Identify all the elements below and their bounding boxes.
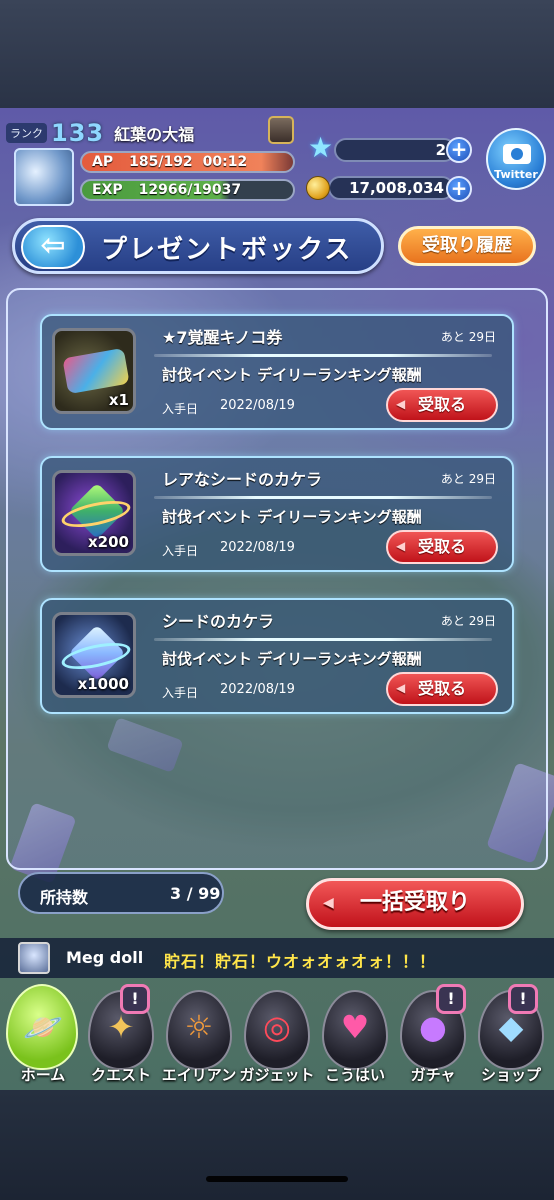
item-date: 2022/08/19	[220, 540, 295, 555]
nav-gadget[interactable]: ◎ ガジェット	[239, 990, 315, 1086]
add-coins-button[interactable]: +	[446, 176, 472, 202]
twitter-share-button[interactable]: Twitter	[486, 128, 546, 190]
add-gems-button[interactable]: +	[446, 137, 472, 163]
notification-badge: !	[508, 984, 538, 1014]
nav-label: こうはい	[324, 1066, 385, 1084]
bottom-nav: 🪐 ホーム ✦ ! クエスト ☼ エイリアン ◎ ガジェット ♥ こうはい ● …	[0, 978, 554, 1090]
nav-label: ホーム	[20, 1066, 66, 1084]
item-quantity: x200	[88, 533, 129, 551]
sword-icon: ✦	[107, 1008, 135, 1046]
nav-label: ガチャ	[410, 1066, 456, 1084]
nav-alien[interactable]: ☼ エイリアン	[162, 990, 236, 1086]
gem-count: 2	[334, 138, 456, 162]
receive-button[interactable]: 受取る	[386, 672, 498, 706]
item-date: 2022/08/19	[220, 682, 295, 697]
ap-value: 185/192	[129, 154, 193, 170]
seed-fragment-icon: x1000	[52, 612, 136, 698]
nav-gacha[interactable]: ● ! ガチャ	[396, 984, 470, 1086]
page-title: プレゼントボックス	[101, 235, 353, 265]
player-avatar[interactable]	[14, 148, 74, 206]
nav-quest[interactable]: ✦ ! クエスト	[84, 984, 158, 1086]
item-date: 2022/08/19	[220, 398, 295, 413]
home-indicator[interactable]	[206, 1176, 348, 1182]
exp-value: 12966/19037	[138, 182, 242, 198]
item-name: シードのカケラ	[162, 612, 275, 631]
rank-row: ランク 133 紅葉の大福	[6, 118, 194, 148]
receive-history-button[interactable]: 受取り履歴	[398, 226, 536, 266]
present-item: x1 ★7覚醒キノコ券 あと 29日 討伐イベント デイリーランキング報酬 入手…	[40, 314, 514, 430]
card-divider	[154, 496, 492, 499]
count-value: 3 / 99	[170, 884, 221, 903]
camera-icon	[503, 144, 531, 164]
nav-label: クエスト	[90, 1066, 151, 1084]
player-name: 紅葉の大福	[114, 125, 195, 144]
item-source: 討伐イベント デイリーランキング報酬	[162, 650, 422, 668]
star-gem-icon: ★	[308, 131, 334, 164]
card-divider	[154, 638, 492, 641]
notification-badge: !	[120, 984, 150, 1014]
gem-counter: 2 ★ +	[308, 130, 472, 163]
receive-button[interactable]: 受取る	[386, 388, 498, 422]
item-remaining: あと 29日	[440, 614, 496, 628]
chat-user: Meg doll	[66, 948, 144, 967]
item-source: 討伐イベント デイリーランキング報酬	[162, 508, 422, 526]
ticket-shape	[62, 347, 130, 395]
item-source: 討伐イベント デイリーランキング報酬	[162, 366, 422, 384]
coin-count: 17,008,034	[328, 176, 454, 200]
nav-home[interactable]: 🪐 ホーム	[6, 984, 80, 1086]
nav-label: エイリアン	[161, 1066, 237, 1084]
home-bar-area	[0, 1090, 554, 1200]
twitter-label: Twitter	[494, 168, 538, 181]
exp-bar: EXP 12966/19037	[80, 179, 295, 201]
game-screen: ランク 133 紅葉の大福 AP 185/192 00:12 EXP 12966…	[0, 108, 554, 1090]
ap-timer: 00:12	[202, 154, 248, 170]
coin-counter: 17,008,034 +	[306, 174, 474, 204]
ap-bar: AP 185/192 00:12	[80, 151, 295, 173]
item-remaining: あと 29日	[440, 472, 496, 486]
item-name: レアなシードのカケラ	[162, 470, 323, 489]
chat-message: 貯石！貯石！ウオォオォオォ！！！	[164, 952, 437, 971]
present-list: x1 ★7覚醒キノコ券 あと 29日 討伐イベント デイリーランキング報酬 入手…	[6, 288, 548, 870]
alien-icon: ☼	[184, 1008, 214, 1046]
present-item: x1000 シードのカケラ あと 29日 討伐イベント デイリーランキング報酬 …	[40, 598, 514, 714]
receive-button[interactable]: 受取る	[386, 530, 498, 564]
coin-icon	[306, 176, 330, 200]
title-badge-icon[interactable]	[268, 116, 294, 144]
item-quantity: x1000	[77, 675, 129, 693]
receive-all-button[interactable]: 一括受取り	[306, 878, 524, 930]
gem-icon: ◆	[498, 1008, 524, 1046]
rare-seed-fragment-icon: x200	[52, 470, 136, 556]
nav-label: ショップ	[480, 1066, 541, 1084]
exp-label: EXP	[92, 182, 123, 198]
present-count: 所持数 3 / 99	[18, 872, 224, 914]
hearts-icon: ♥	[340, 1008, 370, 1046]
chat-bar[interactable]: Meg doll 貯石！貯石！ウオォオォオォ！！！	[0, 938, 554, 978]
item-date-label: 入手日	[162, 686, 199, 700]
item-quantity: x1	[108, 391, 129, 409]
rank-label: ランク	[6, 123, 47, 143]
card-divider	[154, 354, 492, 357]
back-button[interactable]: ⇦	[21, 225, 85, 269]
item-date-label: 入手日	[162, 402, 199, 416]
chat-avatar	[18, 942, 50, 974]
mushroom-ticket-icon: x1	[52, 328, 136, 414]
count-label: 所持数	[40, 888, 89, 907]
planet-icon: 🪐	[23, 1008, 63, 1046]
present-item: x200 レアなシードのカケラ あと 29日 討伐イベント デイリーランキング報…	[40, 456, 514, 572]
ring-icon: ◎	[263, 1008, 291, 1046]
ap-label: AP	[92, 154, 114, 170]
nav-label: ガジェット	[239, 1066, 315, 1084]
item-date-label: 入手日	[162, 544, 199, 558]
item-name: ★7覚醒キノコ券	[162, 328, 283, 347]
page-title-bar: ⇦ プレゼントボックス	[12, 218, 384, 274]
status-bar-area	[0, 0, 554, 108]
notification-badge: !	[436, 984, 466, 1014]
nav-shop[interactable]: ◆ ! ショップ	[474, 984, 548, 1086]
item-remaining: あと 29日	[440, 330, 496, 344]
rank-value: 133	[51, 119, 105, 147]
nav-kouhai[interactable]: ♥ こうはい	[318, 990, 392, 1086]
